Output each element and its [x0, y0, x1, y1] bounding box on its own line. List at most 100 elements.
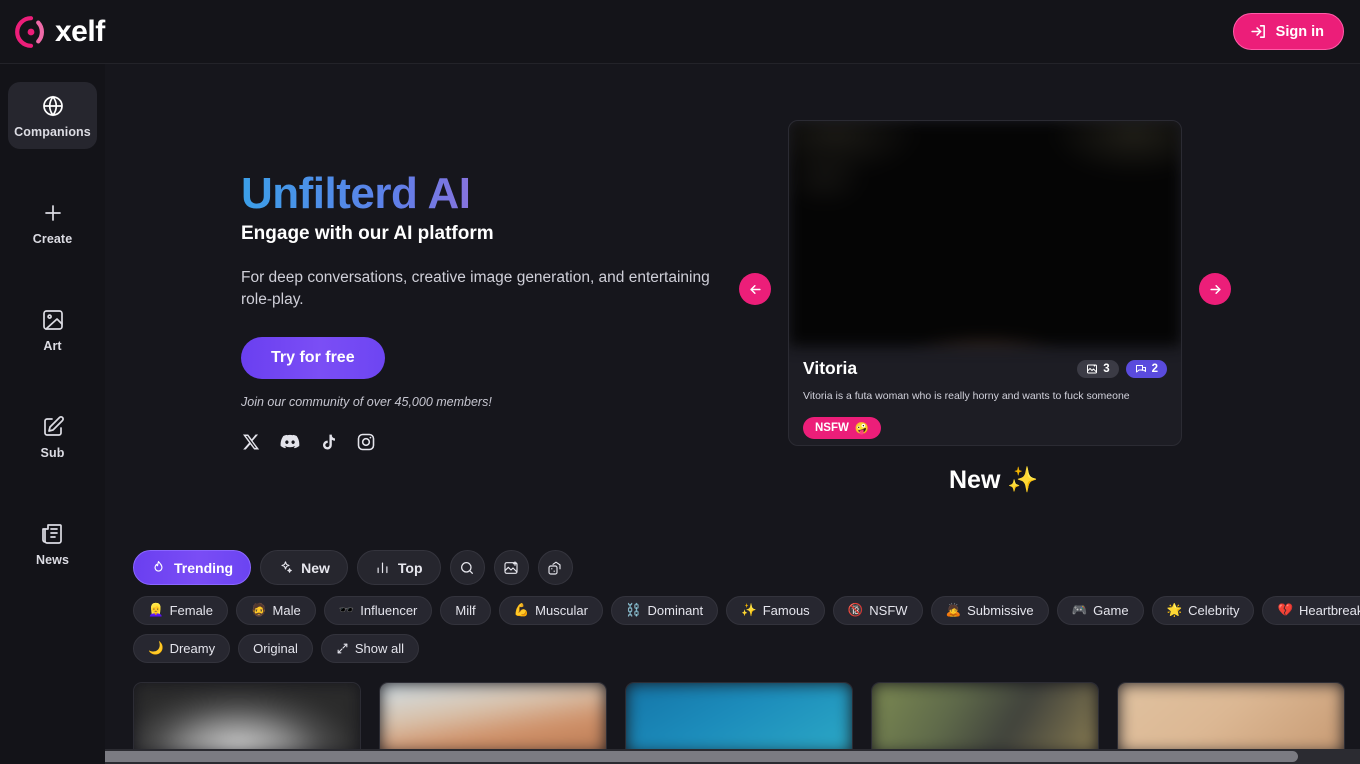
- instagram-icon[interactable]: [356, 432, 376, 452]
- generate-image-button[interactable]: [493, 550, 529, 585]
- companion-grid-card[interactable]: [871, 682, 1099, 754]
- tiktok-icon[interactable]: [319, 433, 338, 452]
- tag-label: Male: [272, 603, 301, 618]
- hero-subtitle: Engage with our AI platform: [241, 222, 494, 244]
- sidebar-item-companions[interactable]: Companions: [8, 82, 97, 149]
- tag-heartbreak[interactable]: 💔 Heartbreak: [1262, 596, 1360, 625]
- tag-milf[interactable]: Milf: [440, 596, 491, 625]
- companion-card-grid: [133, 682, 1345, 754]
- tag-label: Influencer: [360, 603, 418, 618]
- sidebar-item-news[interactable]: News: [8, 510, 97, 577]
- carousel-next-button[interactable]: [1199, 273, 1231, 305]
- tag-dreamy[interactable]: 🌙 Dreamy: [133, 634, 231, 663]
- tag-emoji-icon: 🕶️: [338, 603, 355, 618]
- sparkles-icon: [281, 561, 292, 573]
- tag-label: Celebrity: [1188, 603, 1240, 618]
- tag-emoji-icon: 🎮: [1071, 603, 1088, 618]
- companion-thumbnail: [1118, 683, 1344, 754]
- tag-emoji-icon: 👱‍♀️: [148, 603, 164, 618]
- brand-name: xelf: [55, 14, 105, 48]
- edit-pencil-icon: [43, 416, 64, 436]
- featured-companion-card[interactable]: Vitoria 3 2 Vitoria is a futa woman who …: [788, 120, 1182, 446]
- sidebar-item-label: Companions: [14, 125, 91, 139]
- filter-trending-button[interactable]: Trending: [133, 550, 252, 585]
- brand-logo[interactable]: xelf: [14, 15, 105, 49]
- tag-female[interactable]: 👱‍♀️ Female: [133, 596, 228, 625]
- image-plus-icon: [504, 560, 518, 574]
- sidebar-item-create[interactable]: Create: [8, 189, 97, 256]
- tag-male[interactable]: 🧔 Male: [235, 596, 316, 625]
- filter-sort-row: Trending New Top: [133, 550, 1343, 585]
- tag-label: Original: [253, 641, 298, 656]
- tag-influencer[interactable]: 🕶️ Influencer: [323, 596, 433, 625]
- tag-emoji-icon: 🙇: [945, 603, 962, 618]
- filters-area: Trending New Top: [133, 550, 1360, 672]
- social-links: [241, 431, 721, 453]
- sidebar-item-label: Art: [43, 339, 62, 353]
- tag-famous[interactable]: ✨ Famous: [726, 596, 825, 625]
- bar-chart-icon: [377, 562, 388, 574]
- tag-filter-rows: 👱‍♀️ Female 🧔 Male 🕶️ Influencer Milf 💪 …: [133, 596, 1360, 663]
- tag-label: Heartbreak: [1299, 603, 1360, 618]
- tag-game[interactable]: 🎮 Game: [1056, 596, 1144, 625]
- tag-emoji-icon: ✨: [741, 603, 757, 618]
- page-root: xelf Sign in Companions Create Art Sub N…: [0, 0, 1360, 764]
- companion-grid-card[interactable]: [1117, 682, 1345, 754]
- expand-arrows-icon: [337, 643, 348, 654]
- discord-icon[interactable]: [279, 431, 301, 453]
- tag-emoji-icon: 🌙: [148, 641, 164, 656]
- companion-grid-card[interactable]: [133, 682, 361, 754]
- tag-emoji-icon: 🔞: [847, 603, 864, 618]
- tag-row-1: 👱‍♀️ Female 🧔 Male 🕶️ Influencer Milf 💪 …: [133, 596, 1360, 625]
- companion-grid-card[interactable]: [625, 682, 853, 754]
- tag-label: Show all: [354, 641, 405, 656]
- community-note: Join our community of over 45,000 member…: [241, 395, 492, 410]
- chat-count-value: 2: [1151, 362, 1158, 375]
- horizontal-scrollbar[interactable]: [0, 749, 1360, 764]
- sign-in-label: Sign in: [1275, 23, 1324, 40]
- page-title: Unfilterd AI: [241, 170, 721, 218]
- companion-description: Vitoria is a futa woman who is really ho…: [803, 390, 1130, 402]
- chat-bubble-icon: [1135, 364, 1146, 372]
- sign-in-button[interactable]: Sign in: [1232, 13, 1344, 50]
- sidebar-item-label: Sub: [40, 446, 65, 460]
- sidebar-item-sub[interactable]: Sub: [8, 403, 97, 470]
- filter-label: New: [301, 559, 330, 576]
- newspaper-icon: [41, 524, 62, 544]
- carousel-prev-button[interactable]: [739, 273, 771, 305]
- image-stack-icon: [1087, 364, 1098, 373]
- x-twitter-icon[interactable]: [241, 432, 261, 452]
- tag-row-2: 🌙 Dreamy Original Show all: [133, 634, 1343, 663]
- companion-thumbnail: [134, 683, 360, 754]
- scrollbar-thumb[interactable]: [3, 751, 1298, 762]
- search-button[interactable]: [449, 550, 485, 585]
- sparkles-icon: ✨: [1007, 466, 1039, 494]
- tag-nsfw[interactable]: 🔞 NSFW: [832, 596, 923, 625]
- xelf-logo-icon: [15, 15, 44, 48]
- companion-stat-badges: 3 2: [1077, 359, 1167, 378]
- sidebar-item-art[interactable]: Art: [8, 296, 97, 363]
- arrow-left-icon: [749, 284, 761, 294]
- search-icon: [461, 561, 474, 574]
- tag-label: NSFW: [869, 603, 908, 618]
- tag-original[interactable]: Original: [238, 634, 313, 663]
- try-for-free-button[interactable]: Try for free: [241, 337, 385, 380]
- image-count-value: 3: [1103, 362, 1110, 375]
- tag-muscular[interactable]: 💪 Muscular: [498, 596, 603, 625]
- filter-label: Top: [397, 559, 423, 576]
- tag-celebrity[interactable]: 🌟 Celebrity: [1151, 596, 1255, 625]
- show-all-tags-button[interactable]: Show all: [320, 634, 420, 663]
- filter-top-button[interactable]: Top: [356, 550, 441, 585]
- featured-card-body: Vitoria 3 2 Vitoria is a futa woman who …: [789, 346, 1181, 439]
- filter-new-button[interactable]: New: [260, 550, 348, 585]
- shuffle-random-button[interactable]: [537, 550, 573, 585]
- top-bar: xelf Sign in: [0, 0, 1360, 64]
- nsfw-tag-badge[interactable]: NSFW 🤪: [803, 416, 882, 439]
- tag-dominant[interactable]: ⛓️ Dominant: [610, 596, 719, 625]
- companion-grid-card[interactable]: [379, 682, 607, 754]
- companion-name: Vitoria: [803, 358, 858, 378]
- nsfw-label: NSFW: [815, 421, 849, 434]
- tag-submissive[interactable]: 🙇 Submissive: [930, 596, 1049, 625]
- chat-count-badge: 2: [1125, 359, 1167, 378]
- plus-icon: [44, 205, 61, 221]
